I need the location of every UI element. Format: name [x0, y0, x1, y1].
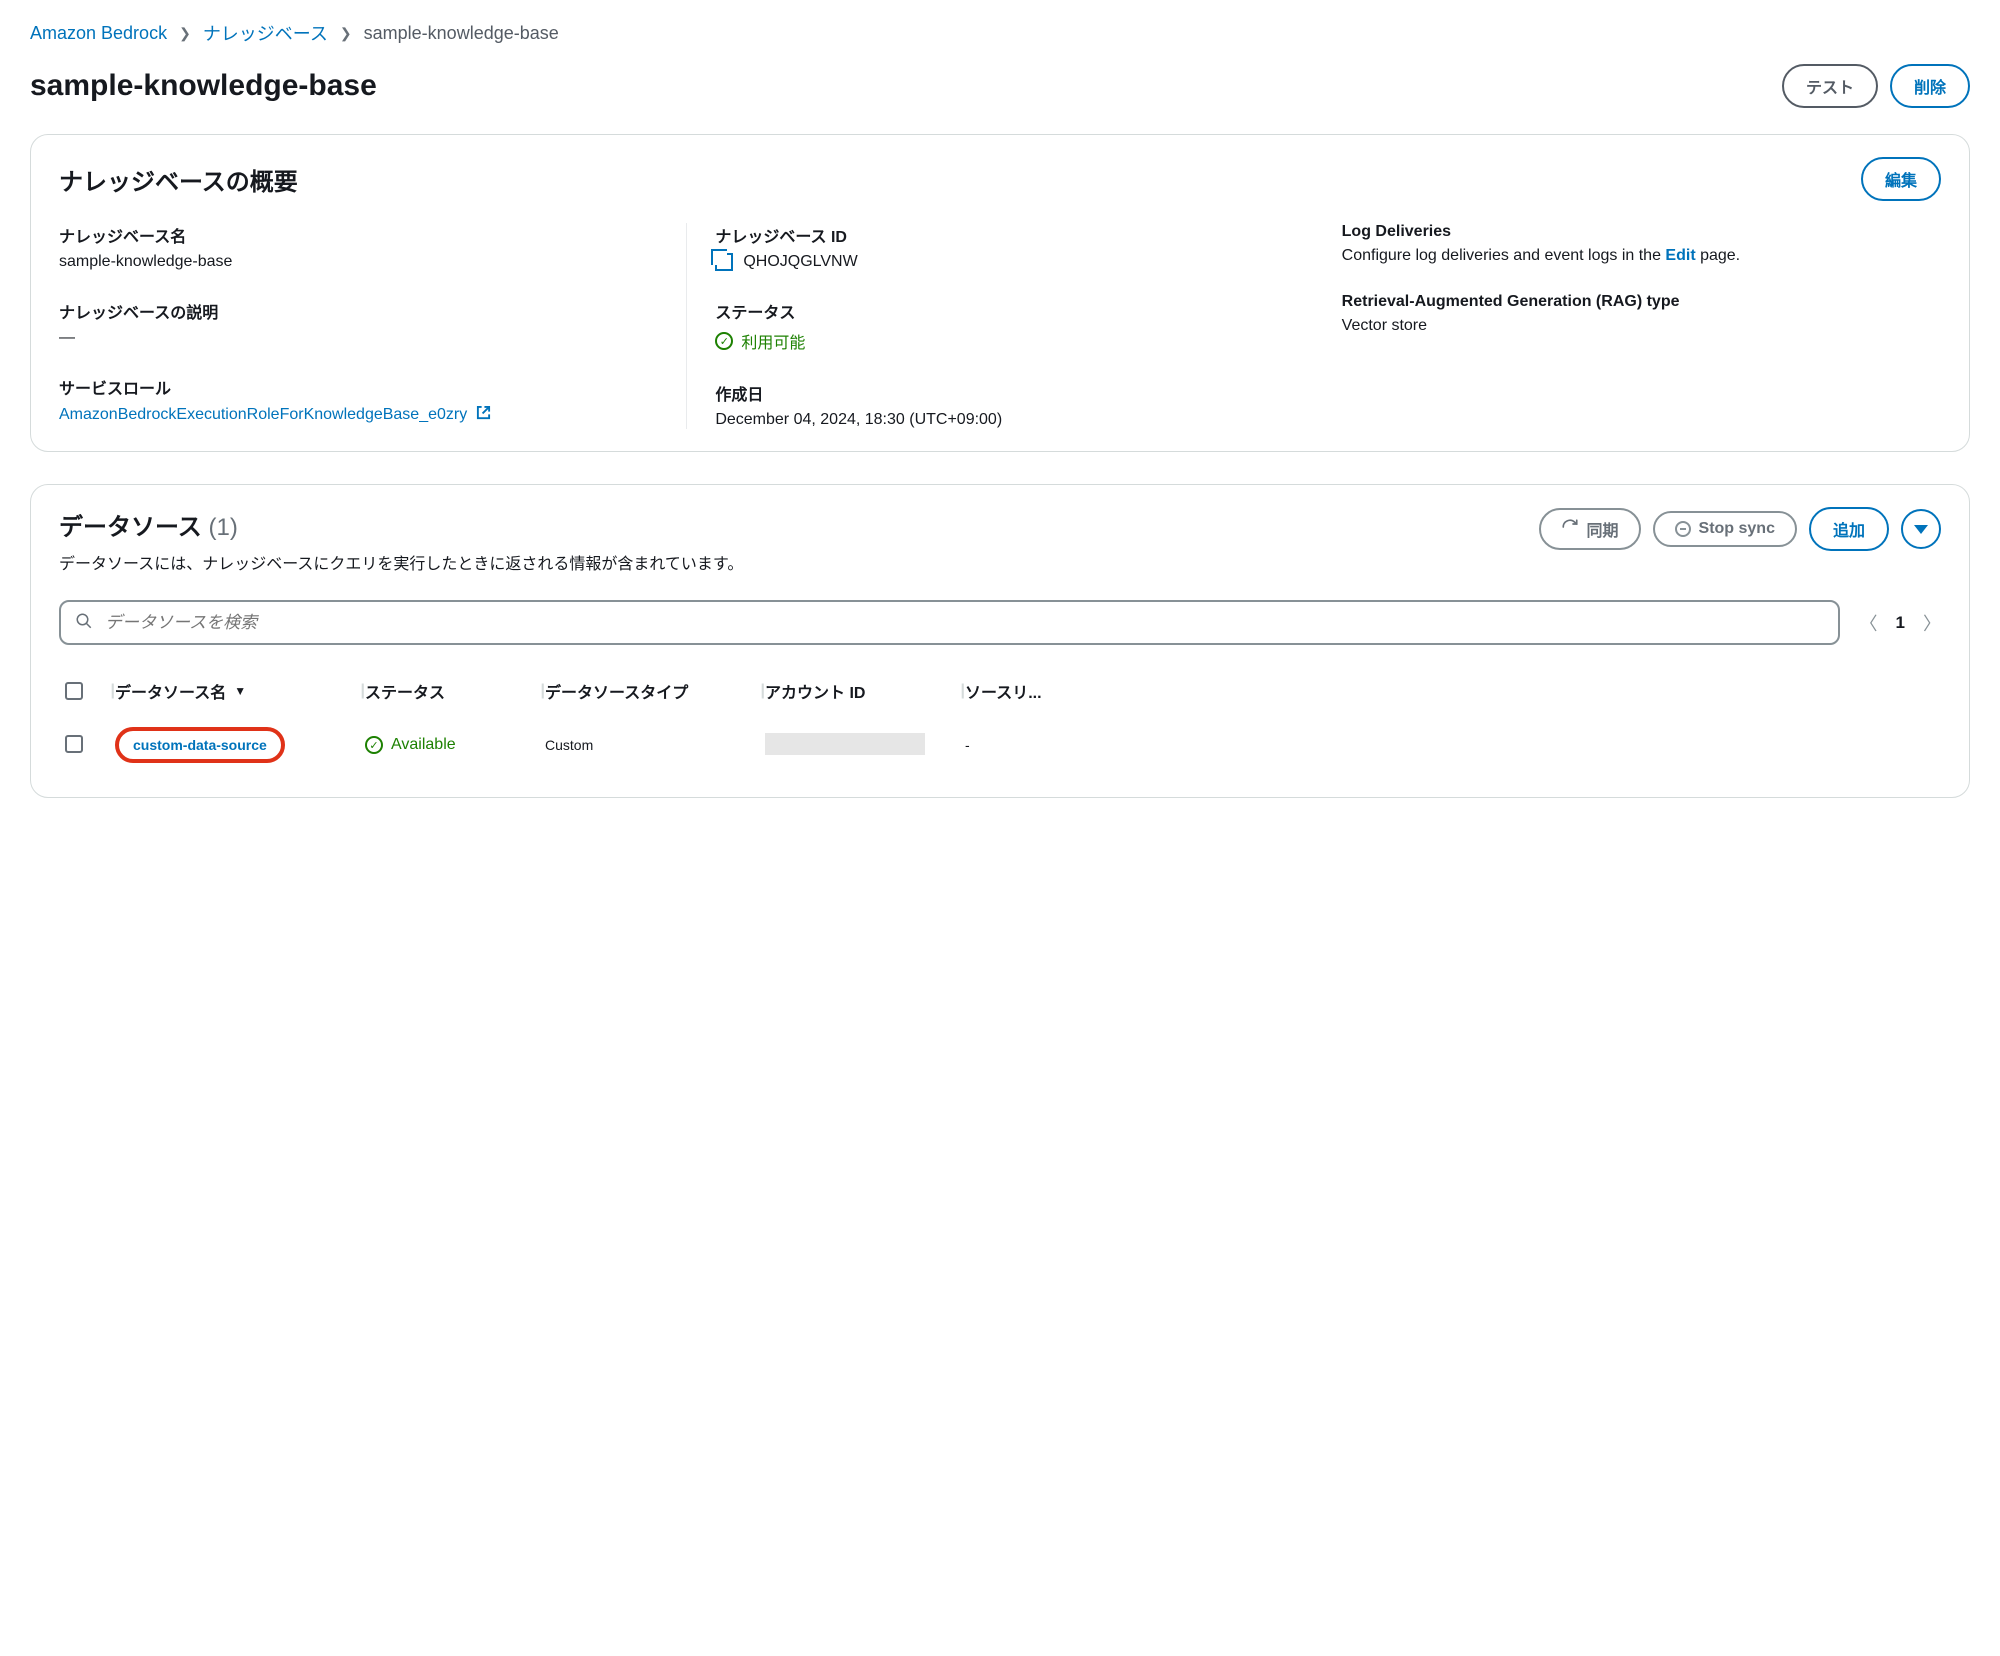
- created-value: December 04, 2024, 18:30 (UTC+09:00): [715, 411, 1293, 429]
- search-icon: [75, 612, 93, 633]
- log-deliveries-text: Configure log deliveries and event logs …: [1342, 247, 1921, 265]
- page-number: 1: [1896, 613, 1905, 633]
- search-input[interactable]: [105, 613, 1824, 633]
- actions-menu-button[interactable]: [1901, 509, 1941, 549]
- service-role-value: AmazonBedrockExecutionRoleForKnowledgeBa…: [59, 406, 467, 423]
- page-prev-button[interactable]: 〈: [1860, 610, 1878, 636]
- search-input-wrapper[interactable]: [59, 600, 1840, 645]
- chevron-down-icon: [1914, 525, 1928, 534]
- datasource-description: データソースには、ナレッジベースにクエリを実行したときに返される情報が含まれてい…: [59, 550, 1527, 574]
- breadcrumb-current: sample-knowledge-base: [364, 23, 559, 44]
- row-status: Available: [391, 736, 456, 754]
- datasource-name-link[interactable]: custom-data-source: [133, 737, 267, 753]
- datasource-title: データソース (1): [59, 507, 1527, 542]
- external-link-icon: [476, 405, 491, 425]
- col-source[interactable]: ソースリ...: [965, 679, 1065, 703]
- col-status[interactable]: ステータス|: [365, 679, 545, 703]
- col-name[interactable]: データソース名 ▼|: [115, 679, 365, 703]
- overview-panel: ナレッジベースの概要 編集 ナレッジベース名 sample-knowledge-…: [30, 134, 1970, 452]
- col-account[interactable]: アカウント ID|: [765, 679, 965, 703]
- add-button[interactable]: 追加: [1809, 507, 1889, 551]
- status-value: 利用可能: [741, 329, 805, 353]
- rag-type-label: Retrieval-Augmented Generation (RAG) typ…: [1342, 293, 1921, 311]
- row-checkbox[interactable]: [65, 735, 83, 753]
- log-edit-link[interactable]: Edit: [1665, 247, 1695, 264]
- chevron-right-icon: ❯: [179, 25, 191, 42]
- breadcrumb-section[interactable]: ナレッジベース: [203, 20, 328, 46]
- account-id-redacted: [765, 733, 925, 755]
- table-header: | データソース名 ▼| ステータス| データソースタイプ| アカウント ID|…: [59, 667, 1941, 715]
- kb-id-label: ナレッジベース ID: [715, 223, 1293, 247]
- datasource-count: (1): [208, 514, 237, 541]
- sort-desc-icon: ▼: [234, 684, 246, 698]
- kb-desc-value: —: [59, 329, 666, 347]
- created-label: 作成日: [715, 381, 1293, 405]
- highlight-annotation: custom-data-source: [115, 727, 285, 763]
- service-role-label: サービスロール: [59, 375, 666, 399]
- delete-button[interactable]: 削除: [1890, 64, 1970, 108]
- kb-desc-label: ナレッジベースの説明: [59, 299, 666, 323]
- table-row: custom-data-source ✓ Available Custom -: [59, 715, 1941, 775]
- select-all-checkbox[interactable]: [65, 682, 83, 700]
- refresh-icon: [1561, 518, 1579, 541]
- col-type[interactable]: データソースタイプ|: [545, 679, 765, 703]
- test-button[interactable]: テスト: [1782, 64, 1878, 108]
- page-title: sample-knowledge-base: [30, 69, 377, 103]
- stop-sync-button[interactable]: Stop sync: [1653, 511, 1797, 547]
- kb-id-value: QHOJQGLVNW: [743, 253, 857, 271]
- copy-icon[interactable]: [715, 253, 733, 271]
- sync-button[interactable]: 同期: [1539, 508, 1641, 550]
- status-label: ステータス: [715, 299, 1293, 323]
- row-source: -: [965, 737, 1065, 753]
- kb-name-value: sample-knowledge-base: [59, 253, 666, 271]
- breadcrumb: Amazon Bedrock ❯ ナレッジベース ❯ sample-knowle…: [30, 20, 1970, 46]
- rag-type-value: Vector store: [1342, 317, 1921, 335]
- datasource-table: | データソース名 ▼| ステータス| データソースタイプ| アカウント ID|…: [59, 667, 1941, 775]
- log-deliveries-label: Log Deliveries: [1342, 223, 1921, 241]
- check-circle-icon: ✓: [715, 332, 733, 350]
- page-header: sample-knowledge-base テスト 削除: [30, 64, 1970, 108]
- stop-icon: [1675, 521, 1691, 537]
- datasource-panel: データソース (1) データソースには、ナレッジベースにクエリを実行したときに返…: [30, 484, 1970, 798]
- edit-button[interactable]: 編集: [1861, 157, 1941, 201]
- chevron-right-icon: ❯: [340, 25, 352, 42]
- check-circle-icon: ✓: [365, 736, 383, 754]
- page-next-button[interactable]: 〉: [1923, 610, 1941, 636]
- pagination: 〈 1 〉: [1860, 610, 1941, 636]
- service-role-link[interactable]: AmazonBedrockExecutionRoleForKnowledgeBa…: [59, 406, 491, 423]
- kb-name-label: ナレッジベース名: [59, 223, 666, 247]
- breadcrumb-root[interactable]: Amazon Bedrock: [30, 23, 167, 44]
- row-type: Custom: [545, 737, 765, 753]
- overview-title: ナレッジベースの概要: [59, 162, 298, 197]
